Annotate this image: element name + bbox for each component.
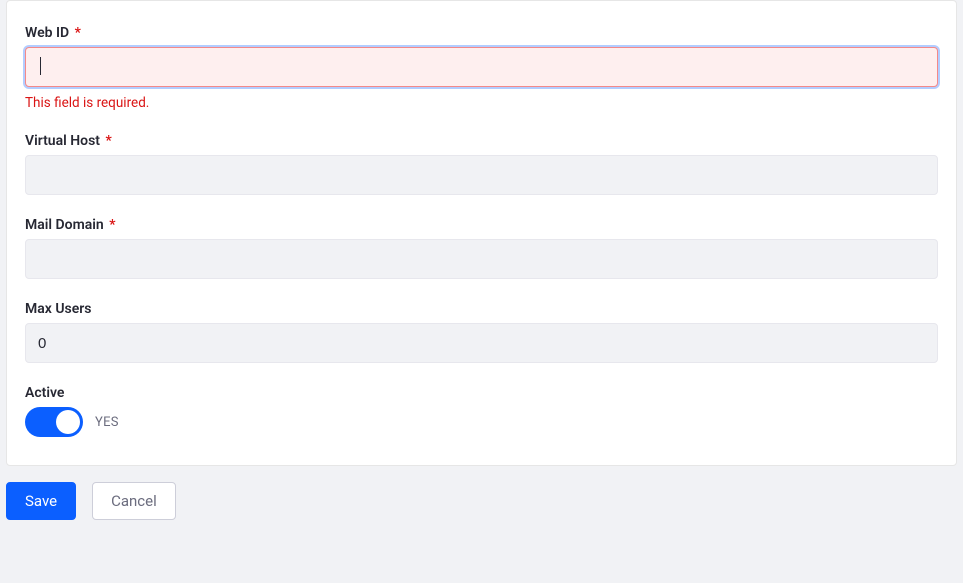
- virtual-host-label-text: Virtual Host: [25, 133, 100, 149]
- mail-domain-label: Mail Domain *: [25, 217, 938, 233]
- web-id-group: Web ID * This field is required.: [25, 25, 938, 111]
- virtual-host-group: Virtual Host *: [25, 133, 938, 195]
- button-bar: Save Cancel: [0, 466, 963, 528]
- active-group: Active YES: [25, 385, 938, 437]
- active-toggle-state-text: YES: [95, 415, 119, 430]
- required-asterisk-icon: *: [105, 133, 111, 149]
- mail-domain-label-text: Mail Domain: [25, 217, 104, 233]
- max-users-group: Max Users: [25, 301, 938, 363]
- max-users-input[interactable]: [25, 323, 938, 363]
- virtual-host-input[interactable]: [25, 155, 938, 195]
- cancel-button[interactable]: Cancel: [92, 482, 176, 520]
- web-id-label-text: Web ID: [25, 25, 69, 41]
- mail-domain-input[interactable]: [25, 239, 938, 279]
- max-users-label: Max Users: [25, 301, 938, 317]
- virtual-host-label: Virtual Host *: [25, 133, 938, 149]
- required-asterisk-icon: *: [109, 217, 115, 233]
- web-id-label: Web ID *: [25, 25, 938, 41]
- web-id-error-message: This field is required.: [25, 95, 938, 111]
- text-cursor-icon: [40, 57, 41, 75]
- form-card: Web ID * This field is required. Virtual…: [6, 0, 957, 466]
- mail-domain-group: Mail Domain *: [25, 217, 938, 279]
- required-asterisk-icon: *: [75, 25, 81, 41]
- active-label: Active: [25, 385, 938, 401]
- web-id-input[interactable]: [25, 47, 938, 87]
- save-button[interactable]: Save: [6, 482, 76, 520]
- active-toggle-row: YES: [25, 407, 938, 437]
- active-toggle[interactable]: [25, 407, 83, 437]
- toggle-knob-icon: [56, 410, 80, 434]
